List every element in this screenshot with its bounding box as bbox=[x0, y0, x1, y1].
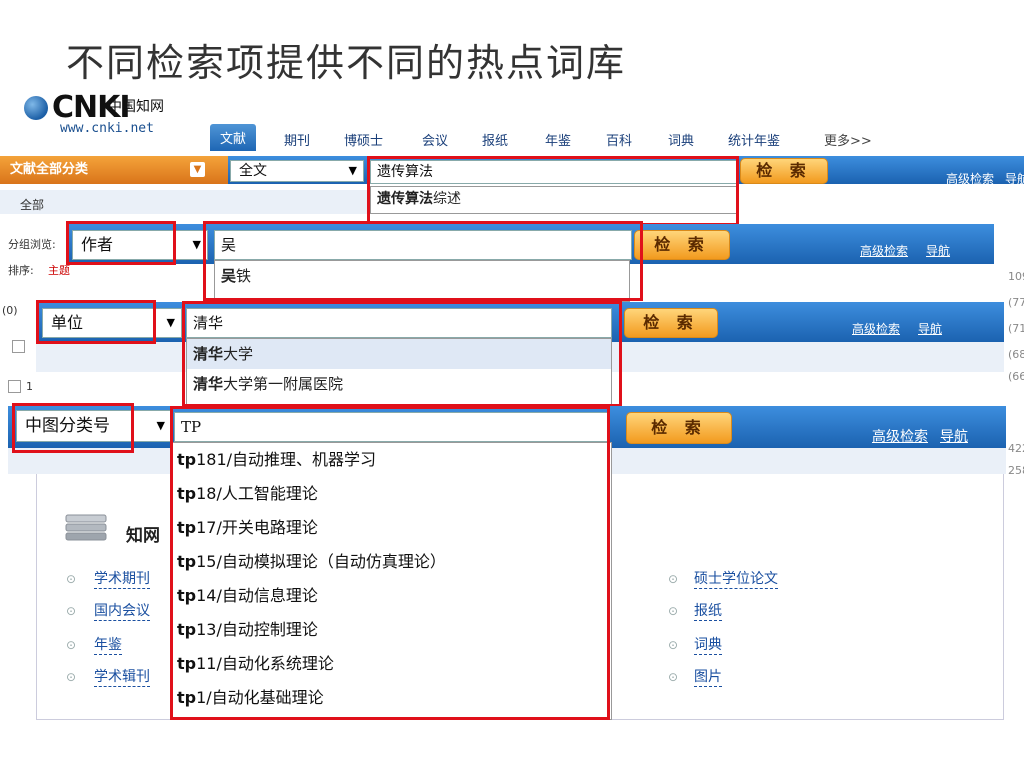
highlight-box-author-field bbox=[66, 221, 176, 265]
circle-bullet-icon: ⊙ bbox=[66, 604, 77, 618]
highlight-box-clc-field bbox=[12, 403, 134, 453]
highlight-box-clc-query bbox=[170, 406, 610, 720]
tab-conference[interactable]: 会议 bbox=[422, 130, 448, 149]
tab-statistics-yearbook[interactable]: 统计年鉴 bbox=[728, 130, 780, 149]
slide-title: 不同检索项提供不同的热点词库 bbox=[66, 41, 627, 85]
circle-bullet-icon: ⊙ bbox=[66, 572, 77, 586]
tab-more[interactable]: 更多>> bbox=[824, 130, 872, 149]
side-count: (66 bbox=[1008, 370, 1024, 383]
cnki-globe-icon bbox=[24, 96, 48, 120]
author-search-button[interactable]: 检 索 bbox=[634, 230, 730, 260]
sort-label: 排序: bbox=[8, 264, 34, 277]
side-count: (68 bbox=[1008, 348, 1024, 361]
circle-bullet-icon: ⊙ bbox=[668, 604, 679, 618]
select-all-checkbox[interactable] bbox=[12, 340, 25, 353]
author-advanced-search-link[interactable]: 高级检索 bbox=[860, 242, 908, 259]
link-picture[interactable]: 图片 bbox=[694, 666, 722, 687]
link-domestic-conference[interactable]: 国内会议 bbox=[94, 600, 150, 621]
highlight-box-author-query bbox=[203, 221, 643, 301]
circle-bullet-icon: ⊙ bbox=[66, 670, 77, 684]
top-search-button[interactable]: 检 索 bbox=[740, 158, 828, 184]
unit-advanced-search-link[interactable]: 高级检索 bbox=[852, 320, 900, 337]
circle-bullet-icon: ⊙ bbox=[668, 572, 679, 586]
side-count: (77 bbox=[1008, 296, 1024, 309]
highlight-box-unit-field bbox=[36, 300, 156, 344]
breadcrumb-row bbox=[0, 190, 370, 214]
top-advanced-search-link[interactable]: 高级检索 bbox=[946, 170, 994, 187]
unit-search-button[interactable]: 检 索 bbox=[624, 308, 718, 338]
breadcrumb[interactable]: 全部 bbox=[20, 196, 44, 213]
chevron-down-icon: ▼ bbox=[190, 162, 205, 177]
circle-bullet-icon: ⊙ bbox=[668, 638, 679, 652]
link-yearbook[interactable]: 年鉴 bbox=[94, 634, 122, 655]
clc-search-button[interactable]: 检 索 bbox=[626, 412, 732, 444]
tab-encyclopedia[interactable]: 百科 bbox=[606, 130, 632, 149]
circle-bullet-icon: ⊙ bbox=[66, 638, 77, 652]
chevron-down-icon: ▼ bbox=[156, 419, 165, 432]
link-academic-collection[interactable]: 学术辑刊 bbox=[94, 666, 150, 687]
clc-advanced-search-link[interactable]: 高级检索 bbox=[872, 426, 928, 446]
tab-newspaper[interactable]: 报纸 bbox=[482, 130, 508, 149]
cnki-logo-url: www.cnki.net bbox=[60, 121, 154, 136]
link-newspaper[interactable]: 报纸 bbox=[694, 600, 722, 621]
chevron-down-icon: ▼ bbox=[166, 316, 175, 329]
top-nav-link[interactable]: 导航 bbox=[1005, 170, 1024, 187]
side-count: 109 bbox=[1008, 270, 1024, 283]
highlight-box-unit-query bbox=[182, 301, 622, 407]
row-checkbox[interactable] bbox=[8, 380, 21, 393]
highlight-box-topquery bbox=[367, 156, 739, 226]
tab-journal[interactable]: 期刊 bbox=[284, 130, 310, 149]
unit-nav-link[interactable]: 导航 bbox=[918, 320, 942, 337]
row-number: 1 bbox=[26, 380, 33, 393]
side-count: 422 bbox=[1008, 442, 1024, 455]
tab-thesis[interactable]: 博硕士 bbox=[344, 130, 383, 149]
top-field-label: 全文 bbox=[239, 163, 267, 179]
category-label: 文献全部分类 bbox=[10, 162, 89, 177]
link-academic-journals[interactable]: 学术期刊 bbox=[94, 568, 150, 589]
tab-dictionary[interactable]: 词典 bbox=[668, 130, 694, 149]
database-stack-icon bbox=[62, 511, 112, 545]
side-count: 258 bbox=[1008, 464, 1024, 477]
author-nav-link[interactable]: 导航 bbox=[926, 242, 950, 259]
link-dictionary[interactable]: 词典 bbox=[694, 634, 722, 655]
count-label: (0) bbox=[2, 304, 18, 317]
chevron-down-icon: ▼ bbox=[192, 238, 201, 251]
group-browse-label: 分组浏览: bbox=[8, 238, 56, 251]
circle-bullet-icon: ⊙ bbox=[668, 670, 679, 684]
side-count: (71 bbox=[1008, 322, 1024, 335]
top-field-select[interactable]: 全文 ▼ bbox=[230, 160, 364, 182]
tab-literature[interactable]: 文献 bbox=[210, 124, 257, 151]
cnki-logo-chinese: 中国知网 bbox=[108, 99, 164, 115]
panel-title: 知网 bbox=[126, 526, 160, 546]
link-masters-thesis[interactable]: 硕士学位论文 bbox=[694, 568, 778, 589]
chevron-down-icon: ▼ bbox=[348, 164, 357, 177]
category-select[interactable]: 文献全部分类 ▼ bbox=[0, 156, 228, 184]
clc-nav-link[interactable]: 导航 bbox=[940, 426, 968, 446]
tab-yearbook[interactable]: 年鉴 bbox=[545, 130, 571, 149]
